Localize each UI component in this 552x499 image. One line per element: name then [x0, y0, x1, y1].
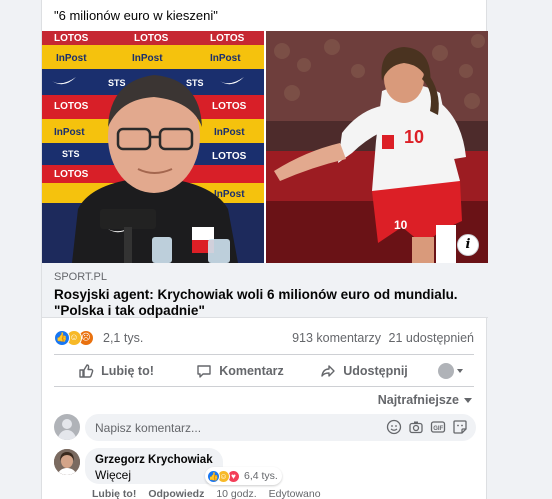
- comment-count[interactable]: 913 komentarzy: [292, 331, 381, 345]
- divider: [54, 386, 474, 387]
- svg-text:10: 10: [404, 127, 424, 147]
- like-icon: 👍: [54, 330, 70, 346]
- comment-reaction-count: 6,4 tys.: [244, 470, 278, 482]
- comment-text: Więcej: [95, 468, 132, 482]
- composer-tools: GIF: [386, 419, 468, 435]
- svg-text:InPost: InPost: [54, 127, 85, 138]
- post-image-collage: LOTOS LOTOS LOTOS LOTOS LOTOS LOTOS LOTO…: [42, 31, 488, 263]
- chevron-down-icon: [456, 369, 463, 373]
- svg-text:InPost: InPost: [210, 53, 241, 64]
- svg-text:LOTOS: LOTOS: [210, 33, 245, 44]
- profile-photo: [54, 449, 80, 475]
- gif-icon[interactable]: GIF: [430, 419, 446, 435]
- audience-selector[interactable]: [426, 356, 474, 386]
- link-domain: SPORT.PL: [54, 271, 107, 283]
- reaction-count[interactable]: 2,1 tys.: [103, 331, 143, 345]
- comment-icon: [197, 365, 211, 378]
- avatar: [437, 363, 454, 379]
- svg-text:LOTOS: LOTOS: [212, 101, 247, 112]
- svg-text:GIF: GIF: [433, 426, 443, 432]
- comment-button[interactable]: Komentarz: [178, 356, 302, 386]
- svg-text:InPost: InPost: [56, 53, 87, 64]
- comment-sort-dropdown[interactable]: Najtrafniejsze: [378, 393, 472, 407]
- like-button-label: Lubię to!: [101, 364, 154, 378]
- user-silhouette-icon: [57, 419, 77, 440]
- like-button[interactable]: Lubię to!: [54, 356, 178, 386]
- post-actions: Lubię to! Komentarz Udostępnij: [54, 356, 474, 386]
- post-text: "6 milionów euro w kieszeni": [54, 8, 218, 23]
- share-button-label: Udostępnij: [343, 364, 408, 378]
- avatar[interactable]: [54, 414, 80, 440]
- sticker-icon[interactable]: [452, 419, 468, 435]
- link-title[interactable]: Rosyjski agent: Krychowiak woli 6 milion…: [54, 287, 478, 319]
- share-icon: [321, 365, 335, 377]
- comment-reactions[interactable]: 👍 ☺ ♥ 6,4 tys.: [205, 467, 282, 485]
- comment-actions: Lubię to! Odpowiedz 10 godz. Edytowano: [92, 488, 321, 499]
- thumbs-up-icon: [79, 364, 94, 378]
- post-image[interactable]: LOTOS LOTOS LOTOS LOTOS LOTOS LOTOS LOTO…: [42, 31, 488, 263]
- camera-icon[interactable]: [408, 419, 424, 435]
- share-button[interactable]: Udostępnij: [302, 356, 426, 386]
- comment-reply-link[interactable]: Odpowiedz: [148, 488, 204, 499]
- emoji-icon[interactable]: [386, 419, 402, 435]
- reaction-icons[interactable]: 👍 ☺ ☹: [54, 330, 98, 346]
- avatar[interactable]: [54, 449, 80, 475]
- engagement-counts: 913 komentarzy 21 udostępnień: [288, 331, 474, 345]
- comment-like-link[interactable]: Lubię to!: [92, 488, 136, 499]
- svg-text:10: 10: [394, 218, 408, 232]
- svg-text:LOTOS: LOTOS: [212, 151, 247, 162]
- comment-button-label: Komentarz: [219, 364, 284, 378]
- divider: [54, 354, 474, 355]
- like-icon: 👍: [207, 469, 220, 483]
- chevron-down-icon: [464, 397, 472, 403]
- share-count[interactable]: 21 udostępnień: [389, 331, 475, 345]
- post-card: "6 milionów euro w kieszeni" LOTOS LOTOS…: [41, 0, 488, 499]
- svg-text:InPost: InPost: [214, 127, 245, 138]
- svg-text:LOTOS: LOTOS: [54, 101, 89, 112]
- comment-time[interactable]: 10 godz.: [216, 488, 256, 499]
- comment-bubble: Grzegorz Krychowiak Więcej: [85, 448, 223, 484]
- svg-text:LOTOS: LOTOS: [54, 33, 89, 44]
- link-preview[interactable]: SPORT.PL Rosyjski agent: Krychowiak woli…: [42, 263, 488, 318]
- svg-text:STS: STS: [186, 78, 204, 88]
- comment-edited-label: Edytowano: [268, 488, 321, 499]
- info-icon[interactable]: i: [457, 234, 479, 256]
- sort-label: Najtrafniejsze: [377, 393, 459, 407]
- svg-text:InPost: InPost: [132, 53, 163, 64]
- svg-text:LOTOS: LOTOS: [134, 33, 169, 44]
- svg-text:STS: STS: [108, 78, 126, 88]
- comment-author[interactable]: Grzegorz Krychowiak: [95, 453, 213, 467]
- svg-text:STS: STS: [62, 149, 80, 159]
- svg-text:LOTOS: LOTOS: [54, 169, 89, 180]
- reactions-summary: 👍 ☺ ☹ 2,1 tys. 913 komentarzy 21 udostęp…: [54, 328, 474, 348]
